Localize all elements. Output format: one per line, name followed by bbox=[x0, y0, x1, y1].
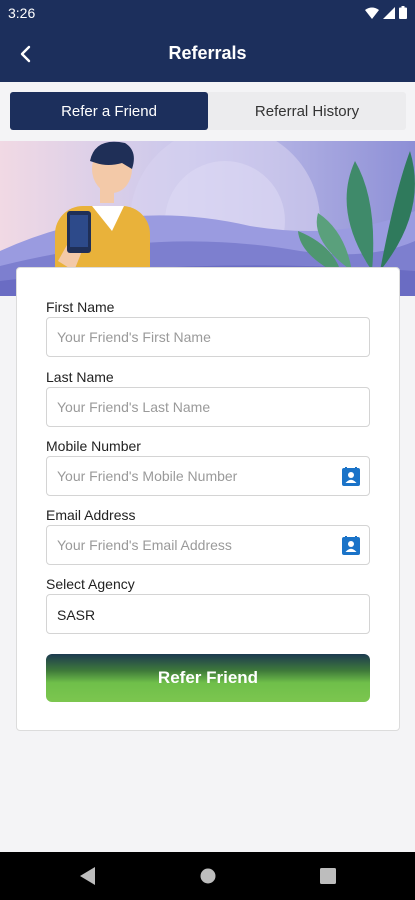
referral-form: First Name Last Name Mobile Number Email… bbox=[16, 267, 400, 731]
first-name-input[interactable] bbox=[47, 318, 369, 356]
nav-back-button[interactable] bbox=[78, 866, 98, 886]
system-nav-bar bbox=[0, 852, 415, 900]
last-name-input[interactable] bbox=[47, 388, 369, 426]
agency-selected-value: SASR bbox=[57, 607, 96, 623]
last-name-label: Last Name bbox=[46, 369, 114, 385]
nav-recents-button[interactable] bbox=[318, 866, 338, 886]
nav-back-icon bbox=[80, 867, 95, 885]
mobile-number-label: Mobile Number bbox=[46, 438, 141, 454]
select-agency-label: Select Agency bbox=[46, 576, 135, 592]
status-icons bbox=[365, 6, 407, 19]
contact-book-icon bbox=[342, 536, 360, 555]
tab-bar: Refer a Friend Referral History bbox=[10, 92, 406, 130]
tab-referral-history[interactable]: Referral History bbox=[208, 92, 406, 130]
mobile-number-field bbox=[46, 456, 370, 496]
tab-refer-a-friend[interactable]: Refer a Friend bbox=[10, 92, 208, 130]
page-title: Referrals bbox=[168, 43, 247, 63]
first-name-label: First Name bbox=[46, 299, 115, 315]
app-bar: Referrals bbox=[0, 26, 415, 82]
last-name-field bbox=[46, 387, 370, 427]
wifi-icon bbox=[365, 7, 379, 19]
email-address-label: Email Address bbox=[46, 507, 136, 523]
first-name-field bbox=[46, 317, 370, 357]
contact-book-icon bbox=[342, 467, 360, 486]
email-address-field bbox=[46, 525, 370, 565]
nav-home-button[interactable] bbox=[198, 866, 218, 886]
mobile-contact-picker-button[interactable] bbox=[342, 467, 360, 487]
signal-icon bbox=[383, 6, 395, 19]
refer-friend-button[interactable]: Refer Friend bbox=[46, 654, 370, 702]
agency-select[interactable]: SASR bbox=[46, 594, 370, 634]
status-bar: 3:26 bbox=[0, 0, 415, 26]
nav-home-icon bbox=[200, 868, 216, 884]
email-contact-picker-button[interactable] bbox=[342, 536, 360, 556]
battery-icon bbox=[399, 6, 407, 19]
mobile-number-input[interactable] bbox=[47, 457, 369, 495]
nav-recents-icon bbox=[320, 868, 336, 884]
status-time: 3:26 bbox=[8, 5, 36, 21]
email-address-input[interactable] bbox=[47, 526, 369, 564]
